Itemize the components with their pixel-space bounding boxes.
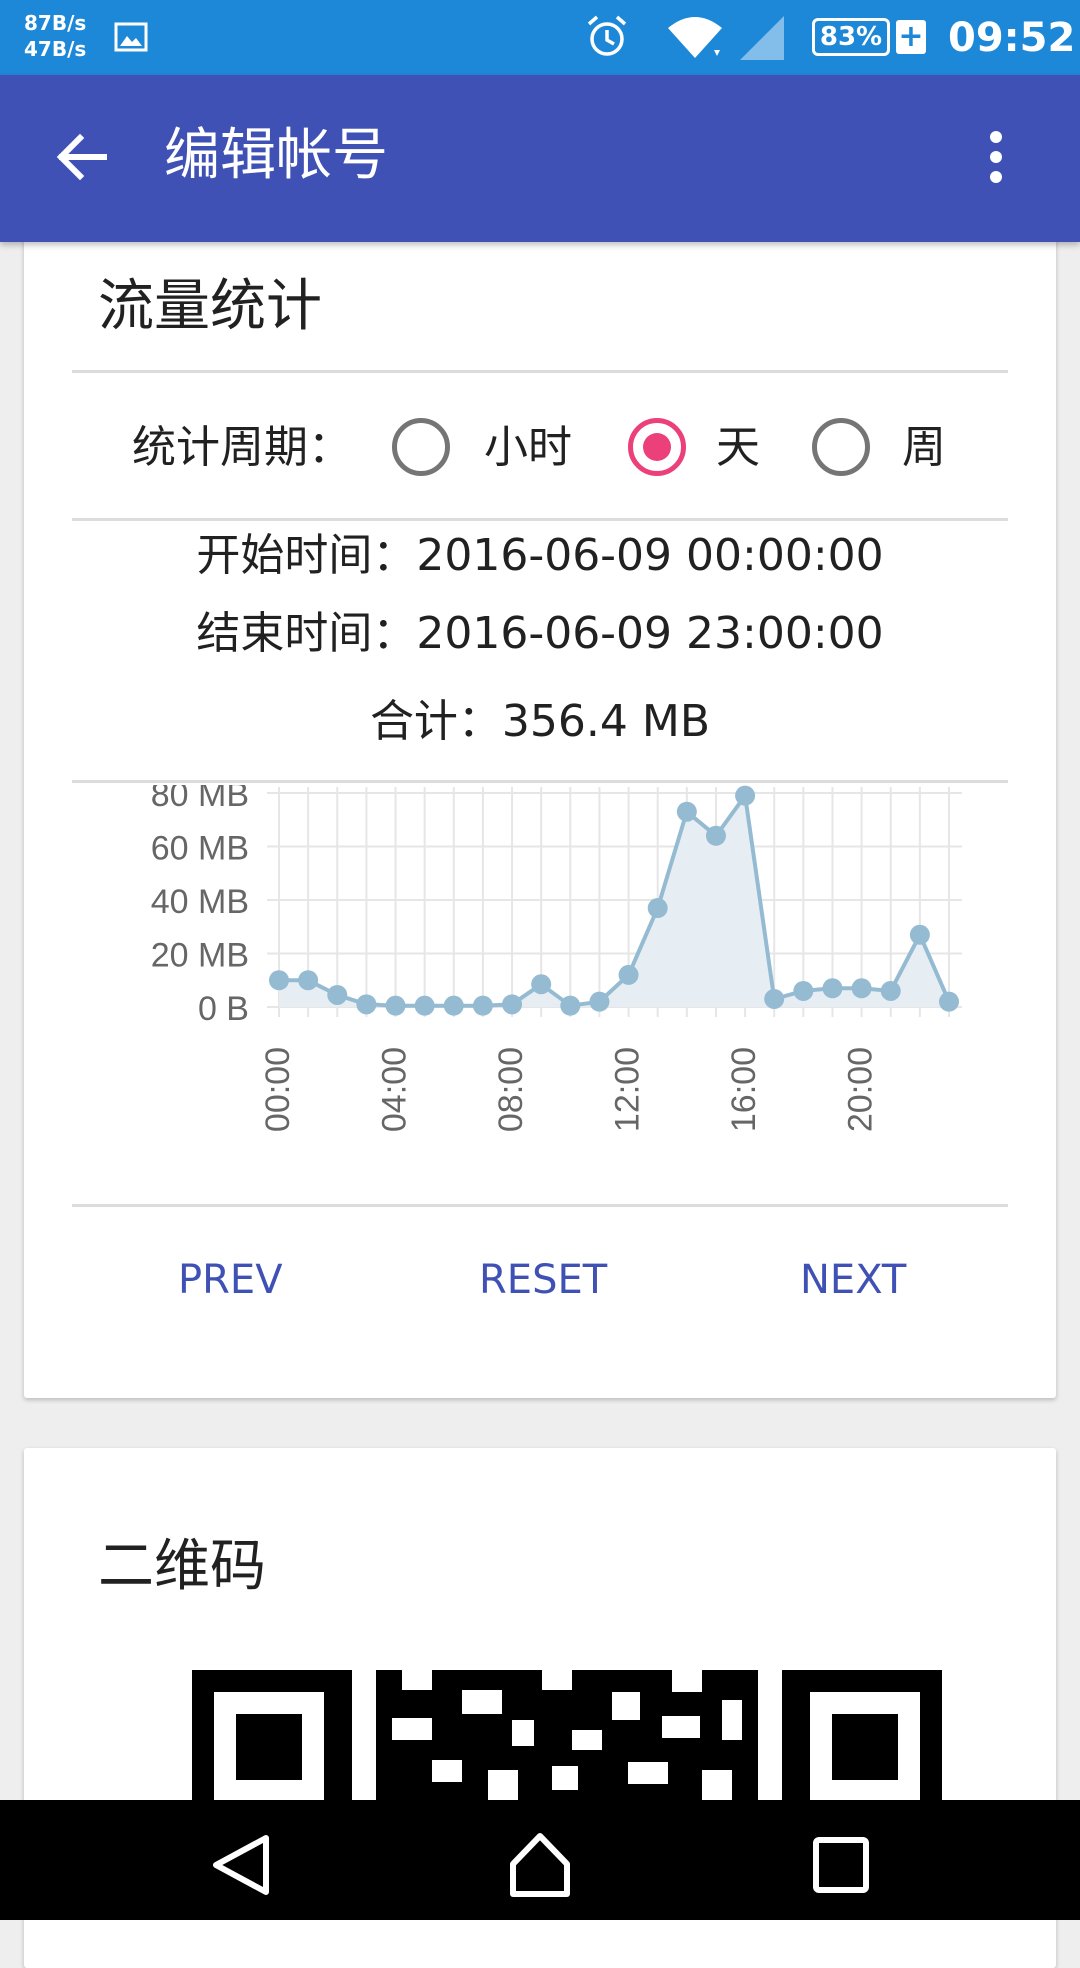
y-tick-label: 0 B	[198, 990, 249, 1028]
data-point	[443, 995, 464, 1016]
data-point	[356, 994, 377, 1015]
more-vert-icon[interactable]	[980, 127, 1012, 187]
data-point	[647, 898, 668, 919]
data-point	[298, 970, 319, 991]
y-tick-label: 40 MB	[151, 883, 249, 921]
prev-button[interactable]: PREV	[178, 1252, 283, 1308]
back-triangle-icon[interactable]	[206, 1830, 276, 1900]
data-point	[880, 980, 901, 1001]
data-point	[735, 785, 756, 806]
radio-day[interactable]	[628, 418, 686, 476]
download-speed: 47B/s	[24, 37, 87, 61]
data-point	[269, 970, 289, 991]
data-point	[414, 995, 435, 1016]
data-point	[705, 825, 726, 846]
x-tick-label: 20:00	[842, 1047, 880, 1132]
x-tick-label: 08:00	[492, 1047, 530, 1132]
traffic-stats-card: 流量统计 统计周期： 小时 天 周 开始时间：2016-06-09 00:00:…	[24, 190, 1056, 1398]
series-area	[279, 795, 949, 1007]
x-tick-label: 00:00	[259, 1047, 297, 1132]
divider	[72, 1204, 1008, 1207]
data-point	[793, 980, 814, 1001]
end-time: 结束时间：2016-06-09 23:00:00	[196, 608, 884, 659]
wifi-icon	[668, 17, 722, 58]
data-point	[764, 988, 785, 1009]
x-tick-label: 16:00	[725, 1047, 763, 1132]
data-point	[502, 994, 523, 1015]
period-radio-group: 小时 天 周	[24, 416, 1056, 480]
navigation-bar	[0, 1800, 1080, 1920]
data-point	[822, 978, 843, 999]
radio-day-label[interactable]: 天	[716, 418, 760, 478]
traffic-chart: 0 B 20 MB 40 MB 60 MB 80 MB 00:00 04:00 08:00 12…	[151, 785, 962, 1132]
qr-code-image	[192, 1670, 942, 1800]
recents-icon[interactable]	[806, 1830, 876, 1900]
data-point	[589, 991, 610, 1012]
data-point	[618, 964, 639, 985]
data-point	[531, 974, 552, 995]
reset-button[interactable]: RESET	[479, 1252, 607, 1308]
divider	[72, 518, 1008, 521]
data-point	[909, 924, 930, 945]
status-bar: 87B/s 47B/s 83% + 09:52	[0, 0, 1080, 75]
radio-week-label[interactable]: 周	[902, 418, 946, 478]
charging-plus: +	[896, 20, 926, 54]
divider	[72, 780, 1008, 783]
data-point	[939, 991, 959, 1012]
radio-hour-label[interactable]: 小时	[484, 418, 572, 478]
radio-week[interactable]	[812, 418, 870, 476]
x-tick-label: 12:00	[609, 1047, 647, 1132]
data-point	[851, 978, 872, 999]
total-traffic: 合计：356.4 MB	[369, 696, 711, 747]
data-point	[676, 801, 697, 822]
alarm-icon	[587, 15, 627, 56]
y-tick-label: 80 MB	[151, 785, 249, 814]
clock: 09:52	[948, 15, 1076, 61]
home-icon[interactable]	[505, 1830, 575, 1900]
upload-speed: 87B/s	[24, 11, 87, 35]
network-speed: 87B/s 47B/s	[24, 10, 86, 62]
signal-icon	[740, 16, 784, 60]
radio-hour[interactable]	[392, 418, 450, 476]
image-icon	[114, 22, 148, 52]
page-title: 编辑帐号	[164, 123, 388, 188]
data-point	[560, 995, 581, 1016]
data-point	[472, 995, 493, 1016]
y-tick-label: 20 MB	[151, 937, 249, 975]
start-time: 开始时间：2016-06-09 00:00:00	[196, 530, 884, 581]
app-bar: 编辑帐号	[0, 75, 1080, 242]
data-point	[327, 984, 348, 1005]
y-tick-label: 60 MB	[151, 830, 249, 868]
data-point	[385, 995, 406, 1016]
divider	[72, 370, 1008, 373]
traffic-card-title: 流量统计	[98, 274, 322, 339]
x-tick-label: 04:00	[376, 1047, 414, 1132]
qr-card-title: 二维码	[98, 1534, 266, 1599]
battery-icon: 83%	[812, 18, 890, 56]
back-arrow-icon[interactable]	[52, 127, 112, 187]
next-button[interactable]: NEXT	[800, 1252, 906, 1308]
